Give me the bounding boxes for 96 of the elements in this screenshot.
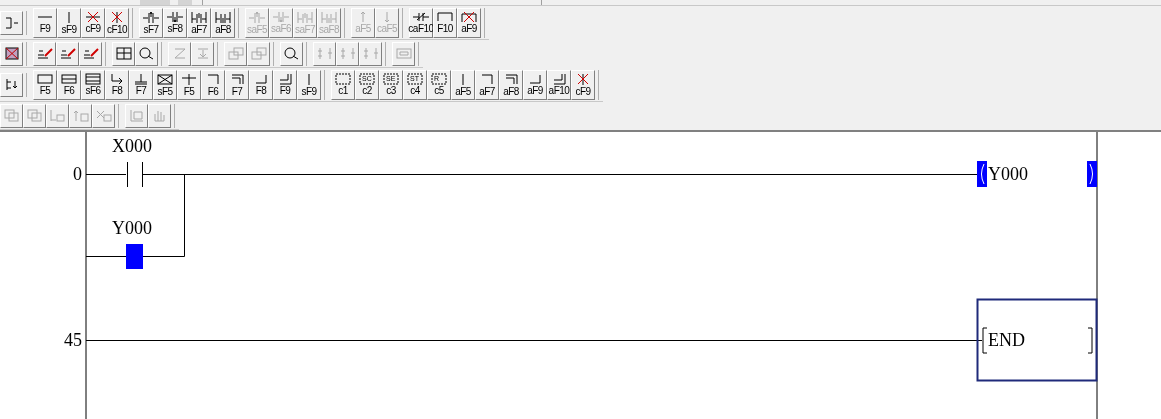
toolbar-button[interactable]: F9 — [33, 7, 57, 38]
delete-line-icon — [111, 10, 123, 24]
toolbar-button[interactable]: aF7 — [475, 69, 499, 100]
step-number: 0 — [73, 164, 82, 184]
corner-line-icon — [230, 73, 244, 85]
toolbar-button[interactable]: aF9 — [457, 7, 481, 38]
instruction-label: END — [988, 330, 1025, 350]
toolbar-button[interactable]: aF5 — [451, 69, 475, 100]
toolbar-button[interactable]: cF9 — [81, 7, 105, 38]
rectangle-icon — [85, 73, 101, 85]
document-icon — [129, 109, 144, 122]
delete-line-icon — [85, 11, 101, 23]
corner-line-icon — [207, 73, 219, 85]
dashed-box-icon — [407, 73, 423, 85]
arrow-up-icon — [360, 11, 366, 23]
delete-line-icon — [461, 11, 477, 23]
magnifier-icon — [284, 47, 299, 60]
toolbar-button[interactable]: aF8 — [499, 69, 523, 100]
dashed-box-icon — [431, 73, 447, 85]
corner-line-icon — [552, 73, 566, 85]
contact-symbol[interactable] — [127, 161, 143, 188]
corner-line-icon — [529, 74, 541, 84]
delete-icon — [4, 47, 19, 60]
toolbar-button[interactable]: c1 — [331, 69, 355, 100]
contact-icon — [248, 10, 266, 24]
bracket-icon — [4, 16, 19, 29]
line-icon — [37, 16, 53, 18]
pages-icon — [4, 109, 19, 122]
toolbar-button[interactable]: sF9 — [297, 69, 321, 100]
pencil-icon — [59, 48, 76, 59]
toolbar-button[interactable]: F9 — [273, 69, 297, 100]
toolbar-button[interactable]: cF9 — [571, 69, 595, 100]
toolbar-button[interactable]: F7 — [129, 69, 153, 100]
line-icon — [462, 72, 464, 86]
pencil-icon — [82, 48, 99, 59]
branch-icon — [134, 73, 148, 85]
toolbar-button[interactable]: F5 — [33, 69, 57, 100]
contact-icon — [215, 10, 231, 24]
rectangle-icon — [37, 74, 53, 84]
hand-icon — [154, 109, 165, 122]
coil-symbol[interactable] — [977, 161, 1097, 187]
contact-icon — [412, 12, 430, 22]
window-icon — [227, 47, 244, 60]
toolbar-button[interactable]: sF6 — [81, 69, 105, 100]
toolbar-button[interactable]: F10 — [433, 7, 457, 38]
zigzag-icon — [173, 48, 186, 59]
window-icon — [250, 47, 267, 60]
delete-line-icon — [577, 72, 589, 86]
plus-icon — [181, 72, 197, 86]
pages-icon — [27, 109, 42, 122]
toolbar-button[interactable]: aF7 — [187, 7, 211, 38]
contact-icon — [166, 11, 184, 23]
toolbar-button[interactable]: F8 — [105, 69, 129, 100]
toolbar-button[interactable]: F6 — [57, 69, 81, 100]
toolbar-button[interactable]: F6 — [201, 69, 225, 100]
ladder-icon — [316, 47, 333, 60]
step-number: 45 — [64, 330, 82, 350]
toolbar-button[interactable]: aF8 — [211, 7, 235, 38]
ladder-icon — [362, 47, 379, 60]
dashed-box-icon — [335, 73, 351, 85]
branch-arrow-icon — [111, 73, 123, 85]
line-icon — [437, 12, 453, 22]
contact-icon — [297, 10, 313, 24]
line-icon — [68, 10, 70, 24]
toolbar-button[interactable]: aF10 — [547, 69, 571, 100]
device-label: X000 — [112, 136, 152, 156]
corner-line-icon — [278, 73, 292, 85]
tree-icon — [5, 78, 18, 91]
magnifier-icon — [139, 47, 154, 60]
toolbar-button[interactable]: sF8 — [163, 7, 187, 38]
toolbar-button[interactable]: sF7 — [139, 7, 163, 38]
coil-label: Y000 — [988, 164, 1028, 184]
contact-icon — [321, 10, 337, 24]
toolbar-button[interactable]: aF9 — [523, 69, 547, 100]
ladder-icon — [339, 47, 356, 60]
corner-line-icon — [481, 73, 493, 85]
toolbar-button[interactable]: F8 — [249, 69, 273, 100]
contact-icon — [272, 11, 290, 23]
arrow-down-icon — [196, 48, 209, 59]
contact-icon — [191, 10, 207, 24]
contact-icon — [142, 10, 160, 24]
arrow-down-icon — [384, 11, 390, 23]
screen-icon — [395, 48, 412, 59]
corner-line-icon — [255, 74, 267, 84]
toolbar-button[interactable]: F7 — [225, 69, 249, 100]
toolbar-button[interactable]: cF10 — [105, 7, 129, 38]
toolbar-button[interactable]: sF5 — [153, 69, 177, 100]
corner-line-icon — [504, 73, 518, 85]
rectangle-icon — [61, 74, 77, 84]
toolbar-button[interactable]: F5 — [177, 69, 201, 100]
pencil-icon — [36, 48, 53, 59]
toolbar-button[interactable]: sF9 — [57, 7, 81, 38]
grid-icon — [115, 47, 132, 60]
line-icon — [308, 72, 310, 86]
device-label: Y000 — [112, 218, 152, 238]
rectangle-icon — [157, 73, 173, 85]
